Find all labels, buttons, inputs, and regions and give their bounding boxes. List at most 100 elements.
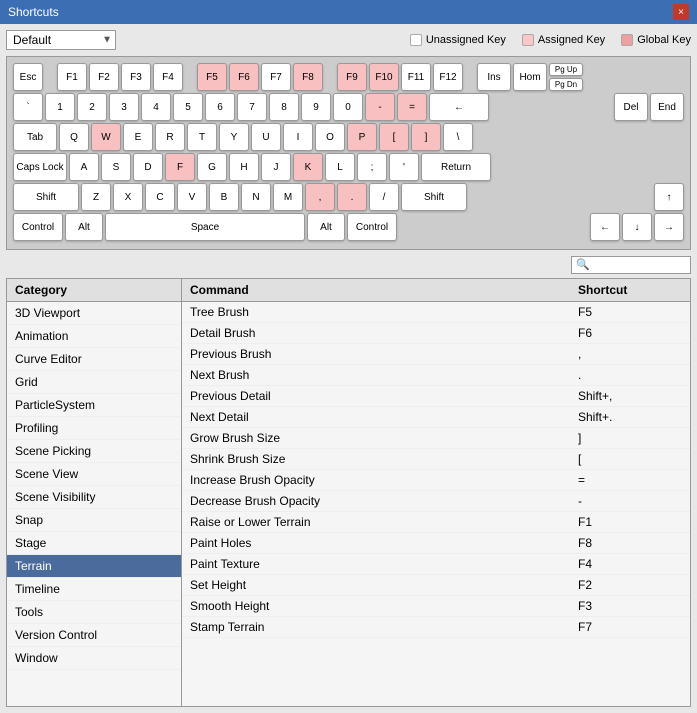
key-minus[interactable]: - [365,93,395,121]
key-f3[interactable]: F3 [121,63,151,91]
key-4[interactable]: 4 [141,93,171,121]
command-row[interactable]: Grow Brush Size] [182,428,690,449]
key-b[interactable]: B [209,183,239,211]
key-arrow-left[interactable]: ← [590,213,620,241]
key-return[interactable]: Return [421,153,491,181]
key-equals[interactable]: = [397,93,427,121]
command-row[interactable]: Next DetailShift+. [182,407,690,428]
key-9[interactable]: 9 [301,93,331,121]
key-comma[interactable]: , [305,183,335,211]
key-c[interactable]: C [145,183,175,211]
key-w[interactable]: W [91,123,121,151]
search-input[interactable] [571,256,691,274]
key-g[interactable]: G [197,153,227,181]
category-item[interactable]: Grid [7,371,181,394]
command-row[interactable]: Previous Brush, [182,344,690,365]
key-f10[interactable]: F10 [369,63,399,91]
key-alt-right[interactable]: Alt [307,213,345,241]
key-close-bracket[interactable]: ] [411,123,441,151]
key-end[interactable]: End [650,93,684,121]
key-v[interactable]: V [177,183,207,211]
key-f2[interactable]: F2 [89,63,119,91]
key-hom[interactable]: Hom [513,63,547,91]
key-del[interactable]: Del [614,93,648,121]
key-open-bracket[interactable]: [ [379,123,409,151]
key-f1[interactable]: F1 [57,63,87,91]
category-item[interactable]: Terrain [7,555,181,578]
command-row[interactable]: Decrease Brush Opacity- [182,491,690,512]
key-ctrl-right[interactable]: Control [347,213,397,241]
key-1[interactable]: 1 [45,93,75,121]
key-arrow-right[interactable]: → [654,213,684,241]
key-e[interactable]: E [123,123,153,151]
key-m[interactable]: M [273,183,303,211]
key-f12[interactable]: F12 [433,63,463,91]
key-shift-right[interactable]: Shift [401,183,467,211]
key-k[interactable]: K [293,153,323,181]
category-item[interactable]: Window [7,647,181,670]
key-space[interactable]: Space [105,213,305,241]
category-item[interactable]: Version Control [7,624,181,647]
key-t[interactable]: T [187,123,217,151]
key-backslash[interactable]: \ [443,123,473,151]
key-f[interactable]: F [165,153,195,181]
key-j[interactable]: J [261,153,291,181]
key-f8[interactable]: F8 [293,63,323,91]
category-item[interactable]: Snap [7,509,181,532]
key-p[interactable]: P [347,123,377,151]
key-f5[interactable]: F5 [197,63,227,91]
key-5[interactable]: 5 [173,93,203,121]
command-row[interactable]: Paint HolesF8 [182,533,690,554]
category-item[interactable]: Tools [7,601,181,624]
key-h[interactable]: H [229,153,259,181]
command-row[interactable]: Previous DetailShift+, [182,386,690,407]
key-i[interactable]: I [283,123,313,151]
key-esc[interactable]: Esc [13,63,43,91]
command-row[interactable]: Detail BrushF6 [182,323,690,344]
command-row[interactable]: Set HeightF2 [182,575,690,596]
key-arrow-down[interactable]: ↓ [622,213,652,241]
category-item[interactable]: Animation [7,325,181,348]
key-r[interactable]: R [155,123,185,151]
key-n[interactable]: N [241,183,271,211]
key-q[interactable]: Q [59,123,89,151]
command-row[interactable]: Paint TextureF4 [182,554,690,575]
command-row[interactable]: Stamp TerrainF7 [182,617,690,638]
command-row[interactable]: Raise or Lower TerrainF1 [182,512,690,533]
command-row[interactable]: Smooth HeightF3 [182,596,690,617]
category-item[interactable]: Scene View [7,463,181,486]
key-x[interactable]: X [113,183,143,211]
key-z[interactable]: Z [81,183,111,211]
category-item[interactable]: Stage [7,532,181,555]
key-l[interactable]: L [325,153,355,181]
key-7[interactable]: 7 [237,93,267,121]
key-quote[interactable]: ' [389,153,419,181]
profile-dropdown[interactable]: Default [6,30,116,50]
key-ins[interactable]: Ins [477,63,511,91]
key-backspace[interactable]: ← [429,93,489,121]
category-item[interactable]: Timeline [7,578,181,601]
close-button[interactable]: × [673,4,689,20]
key-ctrl-left[interactable]: Control [13,213,63,241]
key-semicolon[interactable]: ; [357,153,387,181]
key-8[interactable]: 8 [269,93,299,121]
category-item[interactable]: Curve Editor [7,348,181,371]
key-arrow-up[interactable]: ↑ [654,183,684,211]
key-6[interactable]: 6 [205,93,235,121]
category-item[interactable]: 3D Viewport [7,302,181,325]
key-pgup[interactable]: Pg Up [549,63,583,76]
key-f4[interactable]: F4 [153,63,183,91]
key-o[interactable]: O [315,123,345,151]
key-f9[interactable]: F9 [337,63,367,91]
command-row[interactable]: Tree BrushF5 [182,302,690,323]
command-row[interactable]: Shrink Brush Size[ [182,449,690,470]
key-a[interactable]: A [69,153,99,181]
key-3[interactable]: 3 [109,93,139,121]
category-item[interactable]: Profiling [7,417,181,440]
key-shift-left[interactable]: Shift [13,183,79,211]
key-backtick[interactable]: ` [13,93,43,121]
key-capslock[interactable]: Caps Lock [13,153,67,181]
key-period[interactable]: . [337,183,367,211]
key-slash[interactable]: / [369,183,399,211]
key-f7[interactable]: F7 [261,63,291,91]
